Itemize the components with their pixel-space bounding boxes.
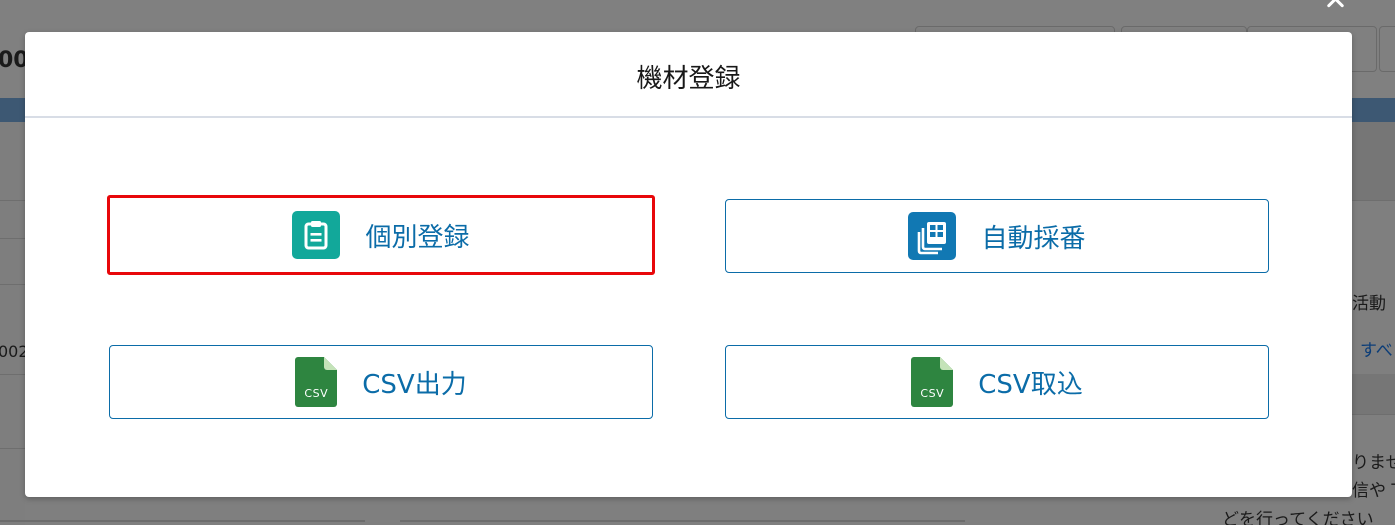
individual-registration-button[interactable]: 個別登録 [107, 195, 655, 275]
auto-numbering-label: 自動採番 [981, 223, 1086, 254]
background-activity-text: 信や T [1352, 481, 1395, 501]
clipboard-icon [292, 211, 341, 259]
stacked-records-icon [908, 212, 957, 260]
csv-export-label: CSV出力 [362, 369, 467, 400]
csv-import-label: CSV取込 [978, 369, 1083, 400]
background-activity-text: どを行ってください [1222, 510, 1374, 525]
csv-export-button[interactable]: CSV CSV出力 [109, 345, 653, 419]
background-header-button [1379, 26, 1395, 72]
background-activity-text: りませ [1352, 453, 1395, 473]
modal-header: 機材登録 [25, 32, 1352, 118]
close-icon[interactable] [1318, 0, 1354, 8]
csv-file-icon: CSV [911, 357, 954, 407]
equipment-registration-modal: 機材登録 個別登録 自動採番 CSV CSV出力 CSV CSV取込 [25, 32, 1352, 497]
csv-file-icon: CSV [295, 357, 338, 407]
csv-import-button[interactable]: CSV CSV取込 [725, 345, 1269, 419]
background-view-all-link: すべ [1360, 341, 1393, 361]
background-left-column [0, 122, 25, 525]
individual-registration-label: 個別登録 [365, 222, 470, 253]
background-activity-label: 活動 [1352, 294, 1386, 314]
auto-numbering-button[interactable]: 自動採番 [725, 199, 1269, 273]
csv-icon-text: CSV [920, 387, 945, 400]
csv-icon-text: CSV [304, 387, 329, 400]
modal-title: 機材登録 [636, 64, 741, 94]
